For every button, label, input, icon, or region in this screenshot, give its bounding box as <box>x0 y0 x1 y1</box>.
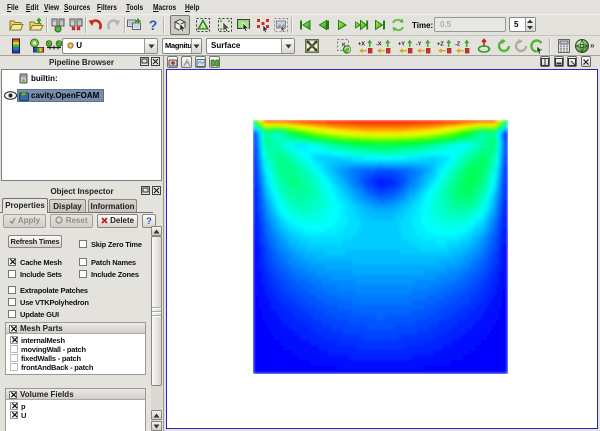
svg-text:?: ? <box>149 17 158 33</box>
svg-text:A: A <box>200 24 205 31</box>
svg-text:-Y: -Y <box>416 42 422 48</box>
svg-text:-X: -X <box>376 42 382 48</box>
svg-text:+Y: +Y <box>398 42 405 48</box>
svg-text:+X: +X <box>358 42 365 48</box>
svg-text:+Z: +Z <box>437 42 444 48</box>
svg-text:-Z: -Z <box>455 42 461 48</box>
